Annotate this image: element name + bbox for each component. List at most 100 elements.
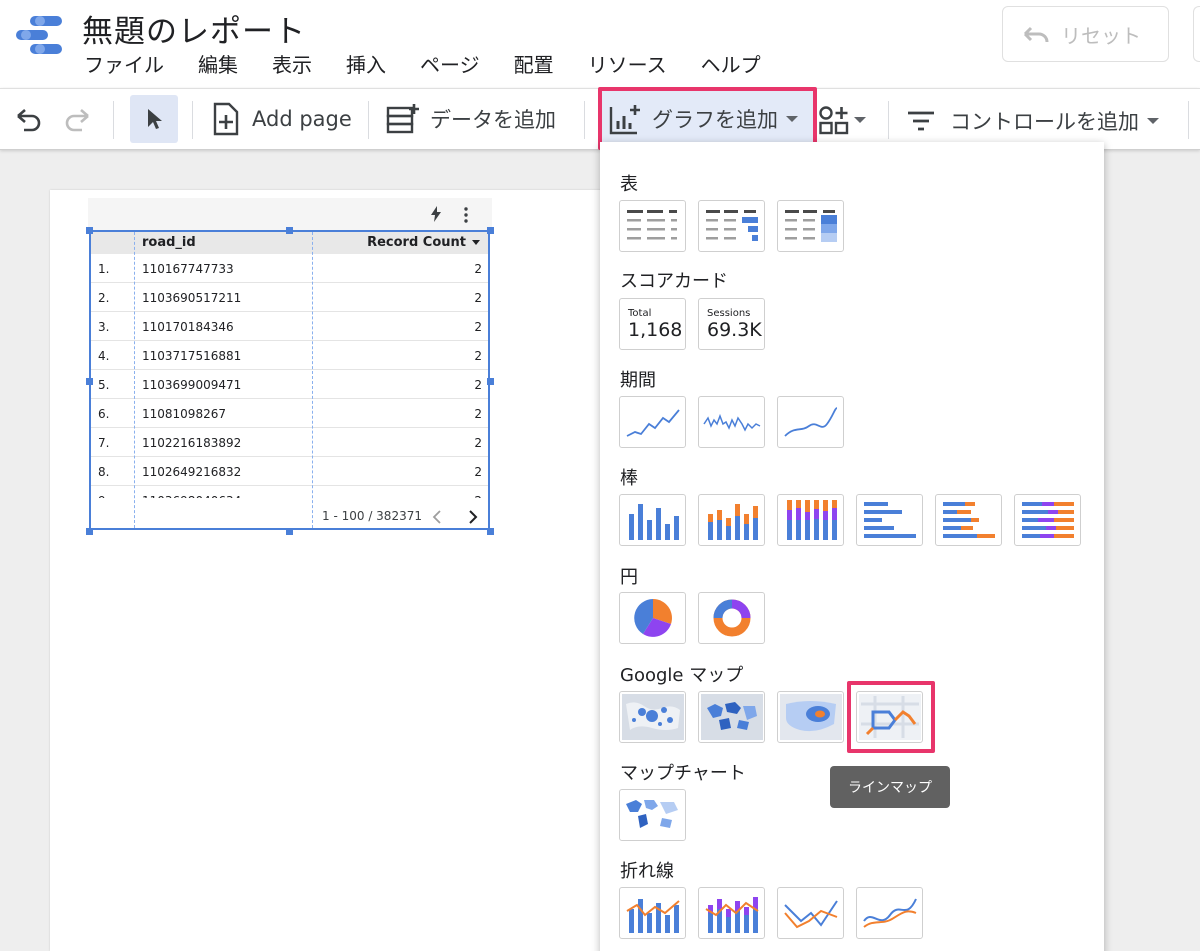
resize-handle[interactable] xyxy=(487,378,494,385)
chart-option-sparkline[interactable] xyxy=(698,396,765,448)
add-chart-icon xyxy=(609,104,640,134)
menu-file[interactable]: ファイル xyxy=(84,49,164,78)
table-bars-chart-icon xyxy=(705,210,758,241)
chart-option-scorecard[interactable]: Total 1,168 xyxy=(619,298,686,350)
menu-arrange[interactable]: 配置 xyxy=(514,49,554,78)
tooltip-line-map: ラインマップ xyxy=(830,766,950,808)
add-control-label: コントロールを追加 xyxy=(950,110,1139,134)
chart-option-smoothed-time-series[interactable] xyxy=(777,396,844,448)
menu-edit[interactable]: 編集 xyxy=(198,49,238,78)
percent-stacked-bar-chart-icon xyxy=(1021,502,1074,538)
bar-chart-icon xyxy=(863,502,916,538)
more-vert-icon[interactable] xyxy=(463,207,469,223)
pie-chart-icon xyxy=(633,599,672,637)
app-header: 無題のレポート ファイル 編集 表示 挿入 ページ 配置 リソース ヘルプ リセ… xyxy=(0,0,1200,88)
selection-border xyxy=(89,230,490,530)
lightning-icon[interactable] xyxy=(430,206,442,222)
chart-option-geo-map[interactable] xyxy=(619,789,686,841)
filled-map-icon xyxy=(700,694,763,740)
redo-icon[interactable] xyxy=(62,107,92,133)
menu-insert[interactable]: 挿入 xyxy=(346,49,386,78)
menu-page[interactable]: ページ xyxy=(420,49,480,78)
chart-option-stacked-bar[interactable] xyxy=(935,494,1002,546)
menu-view[interactable]: 表示 xyxy=(272,49,312,78)
line-map-highlight xyxy=(847,681,935,753)
section-label-table: 表 xyxy=(620,174,638,195)
stacked-combo-chart-icon xyxy=(704,897,759,933)
sparkline-chart-icon xyxy=(702,413,760,432)
section-label-line: 折れ線 xyxy=(620,861,674,882)
resize-handle[interactable] xyxy=(86,528,93,535)
column-chart-icon xyxy=(628,504,679,540)
stacked-column-chart-icon xyxy=(707,504,758,540)
cursor-arrow-icon xyxy=(148,109,162,129)
donut-chart-icon xyxy=(713,599,750,637)
chart-option-combo[interactable] xyxy=(619,887,686,939)
chart-option-column[interactable] xyxy=(619,494,686,546)
chevron-down-icon xyxy=(1147,118,1159,124)
chart-option-scorecard-compact[interactable]: Sessions 69.3K xyxy=(698,298,765,350)
scorecard-label: Total xyxy=(628,307,652,319)
chart-option-100-stacked-bar[interactable] xyxy=(1014,494,1081,546)
chart-option-smoothed-line[interactable] xyxy=(856,887,923,939)
components-icon xyxy=(819,106,849,135)
add-data-icon xyxy=(386,104,419,134)
chart-option-stacked-combo[interactable] xyxy=(698,887,765,939)
resize-handle[interactable] xyxy=(86,378,93,385)
toolbar-divider xyxy=(1188,101,1189,139)
add-chart-label: グラフを追加 xyxy=(652,107,778,132)
reset-label: リセット xyxy=(1061,23,1141,48)
undo-icon[interactable] xyxy=(14,107,44,133)
chart-option-stacked-column[interactable] xyxy=(698,494,765,546)
add-data-button[interactable]: データを追加 xyxy=(386,102,556,136)
scorecard-label: Sessions xyxy=(707,307,751,319)
smoothed-line-chart-icon xyxy=(783,407,837,437)
toolbar-divider xyxy=(192,101,193,139)
filter-icon xyxy=(908,111,934,131)
table-chart[interactable]: road_id Record Count 1. 110167747733 2 2… xyxy=(86,198,494,535)
resize-handle[interactable] xyxy=(286,227,293,234)
chart-option-filled-map[interactable] xyxy=(698,691,765,743)
resize-handle[interactable] xyxy=(487,528,494,535)
add-chart-button[interactable]: グラフを追加 xyxy=(598,87,817,150)
time-series-chart-icon xyxy=(626,409,680,437)
chart-option-heatmap-map[interactable] xyxy=(777,691,844,743)
undo-arrow-icon xyxy=(1023,26,1049,43)
section-label-map-chart: マップチャート xyxy=(620,763,746,784)
chart-header-bar xyxy=(88,198,492,230)
chart-option-line[interactable] xyxy=(777,887,844,939)
reset-button[interactable]: リセット xyxy=(1002,6,1169,62)
smoothed-line-multi-chart-icon xyxy=(862,898,917,928)
resize-handle[interactable] xyxy=(487,227,494,234)
section-label-bar: 棒 xyxy=(620,468,638,489)
chart-option-time-series[interactable] xyxy=(619,396,686,448)
chart-option-table-heatmap[interactable] xyxy=(777,200,844,252)
table-chart-icon xyxy=(626,210,677,240)
toolbar-divider xyxy=(113,101,114,139)
menu-resource[interactable]: リソース xyxy=(588,49,667,78)
chart-option-pie[interactable] xyxy=(619,592,686,644)
chart-option-100-stacked-column[interactable] xyxy=(777,494,844,546)
report-title[interactable]: 無題のレポート xyxy=(82,6,306,51)
toolbar: Add page データを追加 グラフを追加 コントロールを追加 xyxy=(0,87,1200,150)
toolbar-divider xyxy=(368,101,369,139)
chart-option-bar[interactable] xyxy=(856,494,923,546)
select-tool-button[interactable] xyxy=(130,95,178,143)
add-control-button[interactable]: コントロールを追加 xyxy=(906,106,1159,136)
resize-handle[interactable] xyxy=(86,227,93,234)
chart-option-table[interactable] xyxy=(619,200,686,252)
chart-option-donut[interactable] xyxy=(698,592,765,644)
data-studio-logo-icon[interactable] xyxy=(14,14,64,56)
geo-map-icon xyxy=(621,792,684,838)
resize-handle[interactable] xyxy=(286,528,293,535)
chart-option-bubble-map[interactable] xyxy=(619,691,686,743)
add-component-button[interactable] xyxy=(818,105,866,135)
chart-option-table-bars[interactable] xyxy=(698,200,765,252)
share-button-edge[interactable] xyxy=(1193,6,1200,62)
add-page-button[interactable]: Add page xyxy=(212,102,352,136)
line-chart-icon xyxy=(783,900,838,929)
section-label-time-series: 期間 xyxy=(620,370,656,391)
menu-help[interactable]: ヘルプ xyxy=(701,49,761,78)
scorecard-value: 69.3K xyxy=(707,318,762,341)
section-label-pie: 円 xyxy=(620,567,638,588)
